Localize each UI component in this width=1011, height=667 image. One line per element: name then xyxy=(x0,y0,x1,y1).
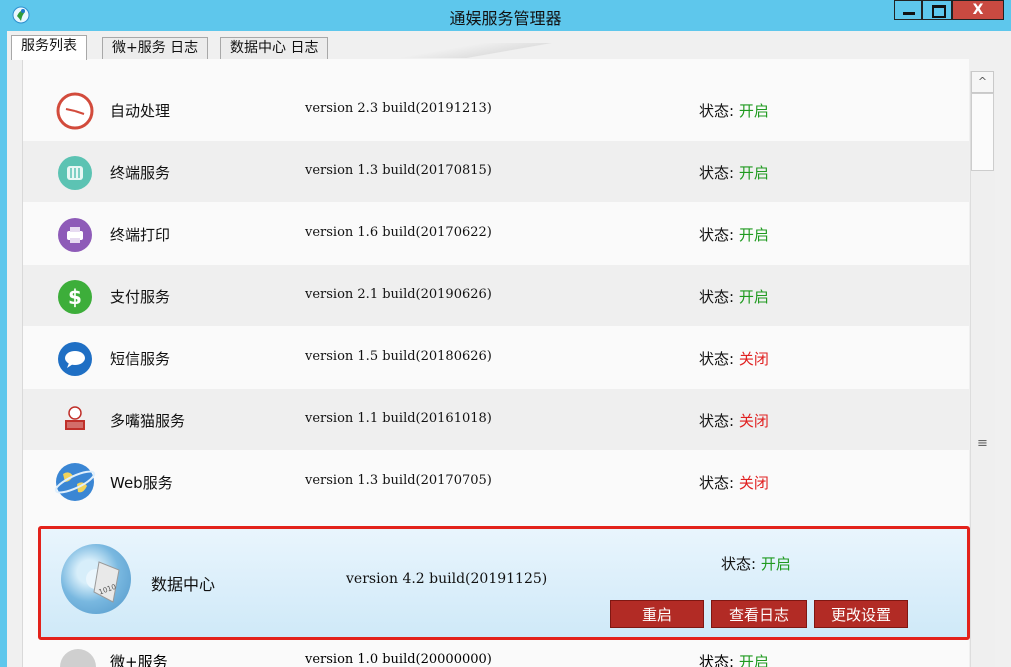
scroll-up-icon[interactable]: ^ xyxy=(971,71,994,93)
service-version: version 1.0 build(20000000) xyxy=(305,652,492,667)
dollar-icon: $ xyxy=(58,280,92,314)
service-status: 状态: 开启 xyxy=(699,164,769,182)
selected-service-name: 数据中心 xyxy=(151,575,216,594)
service-version: version 1.5 build(20180626) xyxy=(305,349,492,364)
service-name: 终端服务 xyxy=(110,164,171,182)
tab-strip-decoration xyxy=(343,43,603,58)
service-row-payment[interactable]: $ 支付服务 version 2.1 build(20190626) 状态: 开… xyxy=(23,265,969,326)
restart-button[interactable]: 重启 xyxy=(610,600,704,628)
vertical-scrollbar[interactable]: ^ ≡ xyxy=(970,71,995,667)
service-version: version 2.3 build(20191213) xyxy=(305,101,492,116)
window-title: 通娱服务管理器 xyxy=(449,9,562,28)
service-status: 状态: 开启 xyxy=(699,226,769,244)
tab-data-center-log[interactable]: 数据中心 日志 xyxy=(220,37,329,59)
minimize-button[interactable] xyxy=(894,0,922,20)
selected-service-version: version 4.2 build(20191125) xyxy=(346,571,548,587)
title-bar: 通娱服务管理器 X xyxy=(0,0,1011,31)
terminal-service-icon xyxy=(58,156,92,190)
tab-micro-service-log[interactable]: 微+服务 日志 xyxy=(102,37,209,59)
view-log-button[interactable]: 查看日志 xyxy=(711,600,807,628)
selected-service-status: 状态: 开启 xyxy=(721,555,791,573)
service-status: 状态: 关闭 xyxy=(699,474,769,492)
change-settings-button[interactable]: 更改设置 xyxy=(814,600,908,628)
service-status: 状态: 关闭 xyxy=(699,412,769,430)
service-name: 支付服务 xyxy=(110,288,171,306)
service-version: version 1.6 build(20170622) xyxy=(305,225,492,240)
maximize-button[interactable] xyxy=(922,0,952,20)
service-row-terminal[interactable]: 终端服务 version 1.3 build(20170815) 状态: 开启 xyxy=(23,141,969,202)
service-name: 多嘴猫服务 xyxy=(110,412,186,430)
service-row-auto-process[interactable]: 自动处理 version 2.3 build(20191213) 状态: 开启 xyxy=(23,79,969,140)
service-version: version 1.1 build(20161018) xyxy=(305,411,492,426)
service-status: 状态: 开启 xyxy=(699,288,769,306)
scroll-grip-icon: ≡ xyxy=(977,436,988,451)
service-version: version 1.3 build(20170705) xyxy=(305,473,492,488)
cat-logo-icon xyxy=(65,406,85,430)
service-name: 微+服务 xyxy=(110,653,168,667)
sms-icon xyxy=(58,342,92,376)
service-name: 终端打印 xyxy=(110,226,171,244)
scroll-thumb[interactable] xyxy=(971,93,994,171)
service-row-sms[interactable]: 短信服务 version 1.5 build(20180626) 状态: 关闭 xyxy=(23,327,969,388)
disk-icon: 1010 xyxy=(61,544,131,614)
service-row-terminal-print[interactable]: 终端打印 version 1.6 build(20170622) 状态: 开启 xyxy=(23,203,969,264)
service-status: 状态: 开启 xyxy=(699,102,769,120)
service-name: 短信服务 xyxy=(110,350,171,368)
service-row-micro-plus[interactable]: 微+服务 version 1.0 build(20000000) 状态: 开启 xyxy=(23,645,969,667)
service-version: version 2.1 build(20190626) xyxy=(305,287,492,302)
globe-icon xyxy=(54,463,96,501)
service-icon xyxy=(60,649,96,667)
service-status: 状态: 开启 xyxy=(699,653,769,667)
service-status: 状态: 关闭 xyxy=(699,350,769,368)
service-version: version 1.3 build(20170815) xyxy=(305,163,492,178)
service-name: 自动处理 xyxy=(110,102,171,120)
service-name: Web服务 xyxy=(110,474,173,492)
clock-icon xyxy=(56,92,94,130)
svg-text:$: $ xyxy=(68,285,82,309)
service-row-web[interactable]: Web服务 version 1.3 build(20170705) 状态: 关闭 xyxy=(23,451,969,512)
service-row-duozuimao[interactable]: 多嘴猫服务 version 1.1 build(20161018) 状态: 关闭 xyxy=(23,389,969,450)
close-button[interactable]: X xyxy=(952,0,1004,20)
selected-service-card[interactable]: 1010 数据中心 version 4.2 build(20191125) 状态… xyxy=(38,526,970,640)
printer-icon xyxy=(58,218,92,252)
tab-service-list[interactable]: 服务列表 xyxy=(11,35,87,60)
